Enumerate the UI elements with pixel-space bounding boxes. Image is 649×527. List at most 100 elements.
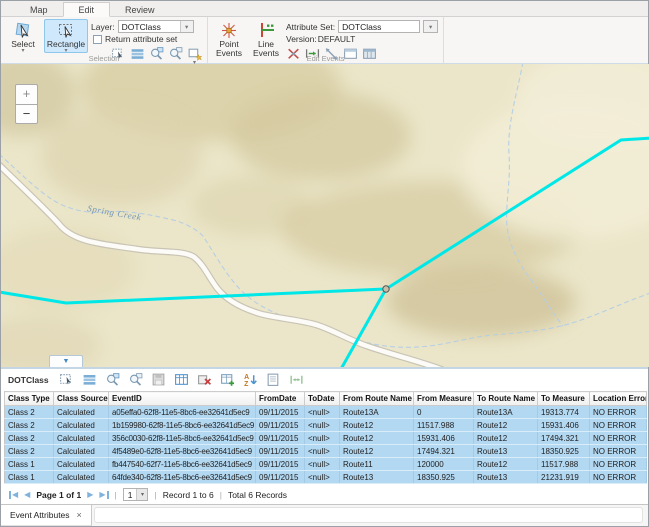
table-row[interactable]: Class 2Calculated4f5489e0-62f8-11e5-8bc6… [5, 445, 647, 458]
previous-page-button[interactable]: ◀ [24, 491, 30, 499]
column-header[interactable]: Class Source [54, 392, 109, 406]
table-row[interactable]: Class 1Calculatedfb447540-62f7-11e5-8bc6… [5, 458, 647, 471]
table-cell: 15931.406 [414, 432, 474, 445]
line-events-button[interactable]: Line Events [249, 19, 283, 53]
table-cell: Class 1 [5, 458, 54, 471]
zoom-to-selected-record-icon[interactable] [105, 372, 120, 387]
table-row[interactable]: Class 1Calculated64fde340-62f8-11e5-8bc6… [5, 471, 647, 484]
column-header[interactable]: From Measure [414, 392, 474, 406]
version-value: DEFAULT [318, 34, 356, 44]
panel-collapse-button[interactable]: ▼ [49, 355, 83, 367]
pan-to-selected-record-icon[interactable] [128, 372, 143, 387]
point-events-button[interactable]: Point Events [212, 19, 246, 53]
attribute-set-label: Attribute Set: [286, 22, 335, 32]
column-header[interactable]: Location Error [590, 392, 647, 406]
table-cell: Calculated [54, 406, 109, 419]
close-tab-icon[interactable]: × [77, 510, 82, 520]
tab-map[interactable]: Map [15, 3, 63, 16]
table-toolbar: DOTClass [1, 369, 648, 390]
table-cell: Route12 [474, 432, 538, 445]
table-cell: 11517.988 [538, 458, 590, 471]
table-row[interactable]: Class 2Calculateda05effa0-62f8-11e5-8bc6… [5, 406, 647, 419]
layer-dropdown-value: DOTClass [119, 22, 180, 32]
attribute-table-icon[interactable] [174, 372, 189, 387]
column-header[interactable]: To Route Name [474, 392, 538, 406]
tab-review[interactable]: Review [110, 3, 170, 16]
column-header[interactable]: To Measure [538, 392, 590, 406]
tab-strip-spacer [94, 507, 643, 523]
collapse-arrow-icon: ▼ [63, 358, 70, 365]
layer-dropdown[interactable]: DOTClass ▾ [118, 20, 194, 33]
selection-group-label: Selection [1, 54, 207, 63]
table-cell: 17494.321 [538, 432, 590, 445]
show-selected-records-icon[interactable] [82, 372, 97, 387]
add-record-icon[interactable] [220, 372, 235, 387]
table-cell: <null> [305, 419, 340, 432]
ribbon-body: Select ▾ Rectangle ▾ Layer: DOTClass [1, 17, 648, 63]
return-attribute-set-checkbox[interactable] [93, 35, 102, 44]
event-attributes-panel: DOTClass [1, 367, 648, 526]
table-cell: 09/11/2015 [256, 471, 305, 484]
table-cell: 4f5489e0-62f8-11e5-8bc6-ee32641d5ec9 [109, 445, 256, 458]
column-header[interactable]: EventID [109, 392, 256, 406]
table-cell: Calculated [54, 458, 109, 471]
table-cell: 120000 [414, 458, 474, 471]
pager-separator: | [115, 490, 117, 500]
route-junction-marker[interactable] [383, 286, 389, 292]
column-header[interactable]: FromDate [256, 392, 305, 406]
attribute-set-dropdown-button[interactable]: ▾ [423, 20, 438, 33]
table-cell: Class 1 [5, 471, 54, 484]
attribute-set-dropdown[interactable]: DOTClass [338, 20, 420, 33]
column-header[interactable]: Class Type [5, 392, 54, 406]
table-cell: 11517.988 [414, 419, 474, 432]
table-cell: NO ERROR [590, 471, 647, 484]
table-row[interactable]: Class 2Calculated1b159980-62f8-11e5-8bc6… [5, 419, 647, 432]
table-cell: Calculated [54, 432, 109, 445]
table-cell: 19313.774 [538, 406, 590, 419]
delete-record-icon[interactable] [197, 372, 212, 387]
table-row[interactable]: Class 2Calculated356c0030-62f8-11e5-8bc6… [5, 432, 647, 445]
total-records-label: Total 6 Records [228, 490, 287, 500]
attribute-table-container: Class TypeClass SourceEventIDFromDateToD… [1, 390, 648, 485]
first-page-button[interactable]: ◀ [9, 491, 18, 499]
edit-events-group-label: Edit Events [208, 54, 443, 63]
rectangle-tool-button[interactable]: Rectangle ▾ [44, 19, 88, 53]
tab-event-attributes[interactable]: Event Attributes × [1, 505, 92, 526]
bottom-tab-bar: Event Attributes × [1, 504, 648, 526]
table-cell: Route13A [474, 406, 538, 419]
table-cell: 09/11/2015 [256, 458, 305, 471]
table-cell: 09/11/2015 [256, 406, 305, 419]
zoom-in-button[interactable]: + [15, 84, 38, 104]
table-cell: <null> [305, 406, 340, 419]
event-attributes-tab-label: Event Attributes [10, 510, 70, 520]
save-edits-icon[interactable] [151, 372, 166, 387]
map-canvas[interactable]: Spring Creek [1, 64, 649, 367]
table-cell: NO ERROR [590, 458, 647, 471]
zoom-out-button[interactable]: − [15, 104, 38, 124]
ribbon: Map Edit Review Select ▾ Rectangle [1, 1, 648, 64]
table-cell: 0 [414, 406, 474, 419]
edit-events-group: Point Events Line Events Attribute Set: … [208, 17, 444, 63]
last-page-button[interactable]: ▶ [99, 491, 108, 499]
layer-dropdown-caret-icon: ▾ [180, 21, 193, 32]
svg-text:Z: Z [244, 381, 249, 387]
select-records-icon[interactable] [59, 372, 74, 387]
table-body: Class 2Calculateda05effa0-62f8-11e5-8bc6… [5, 406, 647, 484]
column-header[interactable]: From Route Name [340, 392, 414, 406]
table-cell: Class 2 [5, 432, 54, 445]
table-layer-title: DOTClass [8, 375, 49, 385]
select-tool-button[interactable]: Select ▾ [5, 19, 41, 53]
map-view[interactable]: Spring Creek + − ▼ [1, 64, 648, 367]
tab-edit[interactable]: Edit [63, 2, 111, 17]
next-page-button[interactable]: ▶ [87, 491, 93, 499]
page-select-dropdown[interactable]: 1 ▾ [123, 488, 149, 501]
rectangle-select-icon [57, 21, 76, 40]
open-form-icon[interactable] [266, 372, 281, 387]
record-range-label: Record 1 to 6 [163, 490, 214, 500]
measure-extent-icon[interactable] [289, 372, 304, 387]
sort-records-icon[interactable]: AZ [243, 372, 258, 387]
page-select-caret-icon: ▾ [136, 489, 147, 500]
column-header[interactable]: ToDate [305, 392, 340, 406]
table-cell: Route12 [474, 458, 538, 471]
event-editor-window: Map Edit Review Select ▾ Rectangle [0, 0, 649, 527]
